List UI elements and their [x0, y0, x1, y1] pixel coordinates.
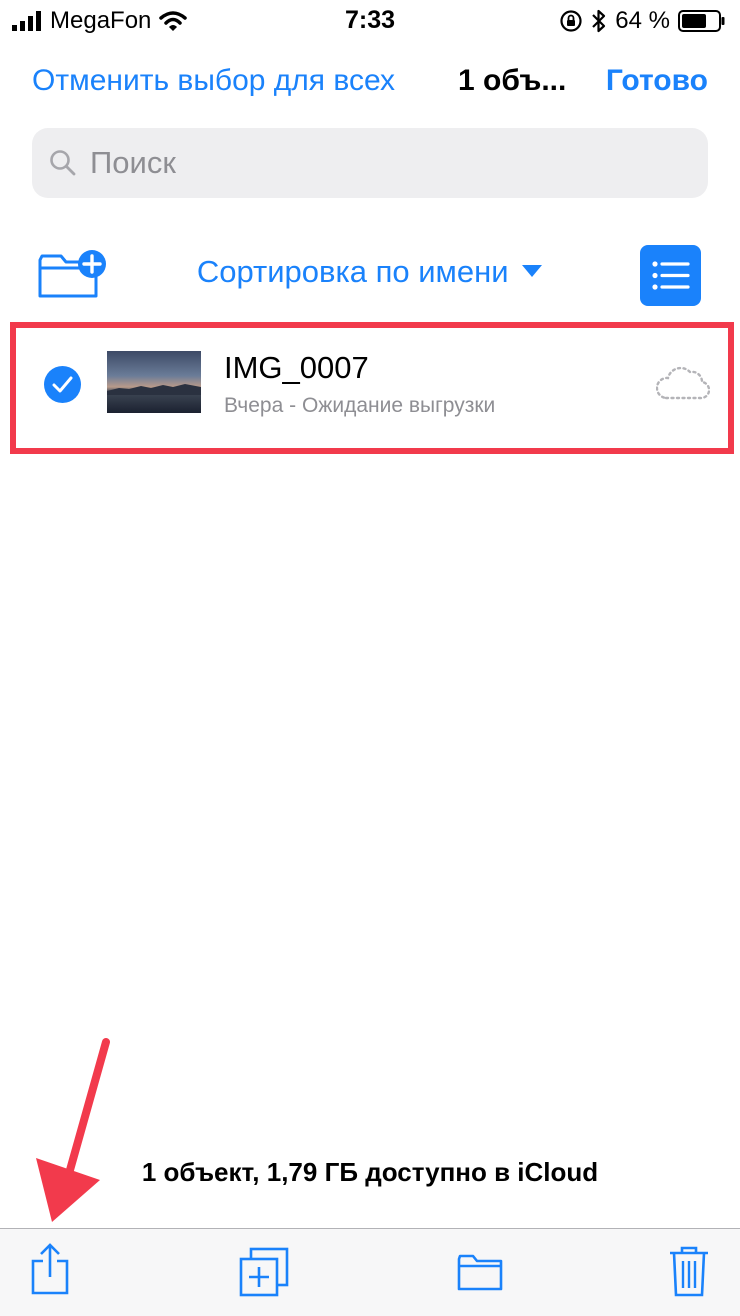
sort-label: Сортировка по имени: [196, 254, 509, 289]
deselect-all-button[interactable]: Отменить выбор для всех: [32, 64, 395, 98]
storage-info-text: 1 объект, 1,79 ГБ доступно в iCloud: [141, 1157, 599, 1187]
bottom-toolbar: [0, 1228, 740, 1316]
navigation-bar: Отменить выбор для всех 1 объ... Готово: [0, 62, 740, 106]
battery-percentage: 64 %: [615, 7, 670, 34]
share-icon[interactable]: [30, 1243, 70, 1295]
status-right: 64 %: [559, 6, 726, 36]
search-icon: [50, 150, 76, 176]
duplicate-icon[interactable]: [238, 1247, 290, 1297]
done-button[interactable]: Готово: [606, 64, 708, 98]
folder-icon[interactable]: [457, 1253, 503, 1291]
battery-icon: [678, 10, 725, 32]
caret-down-icon: [522, 265, 543, 277]
search-field[interactable]: Поиск: [32, 128, 708, 198]
storage-info: 1 объект, 1,79 ГБ доступно в iCloud: [0, 1157, 740, 1188]
list-icon: [652, 261, 690, 290]
list-view-button[interactable]: [640, 245, 701, 306]
selection-title: 1 объ...: [458, 64, 567, 97]
status-bar: MegaFon 7:33 64 %: [0, 0, 740, 42]
trash-icon[interactable]: [668, 1245, 710, 1297]
files-app-screen: MegaFon 7:33 64 % Отменить выбор для все…: [0, 0, 740, 1316]
highlight-frame: [10, 322, 734, 454]
sort-button[interactable]: Сортировка по имени: [0, 254, 740, 290]
bluetooth-icon: [592, 9, 606, 33]
rotation-lock-icon: [560, 10, 582, 32]
search-placeholder: Поиск: [90, 145, 176, 180]
